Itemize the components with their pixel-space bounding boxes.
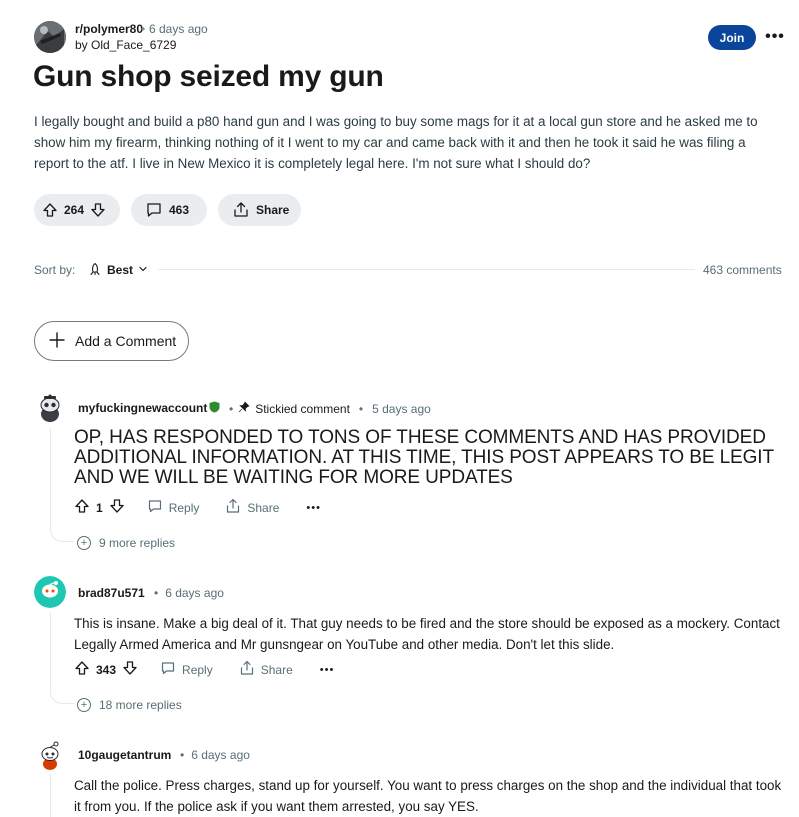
comment-more-options-icon[interactable]: •••: [306, 502, 321, 514]
separator-dot: •: [141, 22, 146, 36]
post-more-options-icon[interactable]: •••: [764, 26, 786, 48]
comment-author[interactable]: brad87u571: [78, 586, 145, 600]
post-vote-pill: 264: [34, 194, 120, 226]
stickied-label: Stickied comment: [255, 401, 350, 416]
upvote-icon[interactable]: [74, 498, 90, 517]
thread-line[interactable]: [50, 774, 51, 817]
comment-share-button[interactable]: Share: [225, 498, 279, 517]
sort-dropdown[interactable]: Best: [88, 261, 148, 279]
thread-elbow: [50, 688, 74, 704]
thread-line[interactable]: [50, 428, 51, 526]
comment-time: 6 days ago: [165, 586, 224, 600]
comment-avatar[interactable]: [34, 738, 66, 770]
post-time: 6 days ago: [149, 22, 208, 36]
post-vote-count: 264: [64, 203, 85, 217]
more-replies-label: 18 more replies: [99, 698, 182, 712]
snoo-avatar-icon: [34, 576, 66, 608]
post-author[interactable]: by Old_Face_6729: [75, 38, 176, 52]
plus-icon: [47, 330, 67, 353]
comment-author[interactable]: 10gaugetantrum: [78, 748, 171, 762]
comment-actions: 1 Reply Share •••: [74, 498, 321, 517]
comment-votes: 1: [74, 498, 125, 517]
upvote-icon[interactable]: [42, 202, 58, 218]
downvote-icon[interactable]: [109, 498, 125, 517]
comment-meta: • Stickied comment • 5 days ago: [209, 401, 431, 416]
comment-vote-count: 1: [96, 500, 103, 515]
post-title: Gun shop seized my gun: [33, 60, 384, 93]
pin-icon: [238, 401, 250, 416]
divider: [158, 269, 695, 270]
comment-time: 5 days ago: [372, 401, 431, 416]
expand-plus-icon: +: [77, 536, 91, 550]
moderator-shield-icon: [209, 401, 220, 416]
comment-vote-count: 343: [96, 662, 117, 677]
share-label: Share: [260, 662, 293, 677]
chevron-down-icon: [138, 263, 148, 277]
subreddit-avatar-image: [34, 21, 66, 53]
comment-more-options-icon[interactable]: •••: [320, 664, 335, 676]
share-icon: [232, 201, 250, 219]
share-button[interactable]: Share: [218, 194, 301, 226]
more-replies-label: 9 more replies: [99, 536, 176, 550]
post-body: I legally bought and build a p80 hand gu…: [34, 114, 758, 171]
snoo-avatar-icon: [34, 392, 66, 424]
comment-author[interactable]: myfuckingnewaccount: [78, 401, 207, 415]
reply-button[interactable]: Reply: [160, 660, 213, 679]
more-replies-button[interactable]: + 18 more replies: [77, 698, 182, 712]
reply-label: Reply: [182, 662, 213, 677]
more-replies-button[interactable]: + 9 more replies: [77, 536, 175, 550]
rocket-icon: [88, 262, 102, 279]
join-button[interactable]: Join: [708, 25, 756, 50]
comments-count: 463: [169, 203, 190, 217]
comment-meta: • 6 days ago: [180, 748, 250, 762]
reply-label: Reply: [168, 500, 200, 515]
sort-value: Best: [107, 263, 134, 277]
comment-meta: • 6 days ago: [154, 586, 224, 600]
share-icon: [239, 660, 255, 679]
comment-actions: 343 Reply Share •••: [74, 660, 334, 679]
add-comment-button[interactable]: Add a Comment: [34, 321, 189, 361]
comments-button[interactable]: 463: [131, 194, 207, 226]
reply-button[interactable]: Reply: [147, 498, 200, 517]
share-icon: [225, 498, 241, 517]
share-label: Share: [247, 500, 280, 515]
comment-time: 6 days ago: [191, 748, 250, 762]
comment-text: Call the police. Press charges, stand up…: [74, 778, 782, 814]
comment-text: This is insane. Make a big deal of it. T…: [74, 616, 780, 652]
separator-dot: •: [358, 401, 364, 416]
separator-dot: •: [229, 401, 234, 416]
upvote-icon[interactable]: [74, 660, 90, 679]
comment-text: OP, HAS RESPONDED TO TONS OF THESE COMME…: [74, 427, 774, 488]
thread-elbow: [50, 526, 74, 542]
add-comment-label: Add a Comment: [75, 333, 177, 349]
subreddit-name[interactable]: r/polymer80: [75, 22, 143, 36]
expand-plus-icon: +: [77, 698, 91, 712]
separator-dot: •: [180, 748, 185, 762]
thread-line[interactable]: [50, 612, 51, 688]
reply-icon: [160, 660, 176, 679]
downvote-icon[interactable]: [122, 660, 138, 679]
downvote-icon[interactable]: [90, 202, 106, 218]
comment-avatar[interactable]: [34, 576, 66, 608]
comment-votes: 343: [74, 660, 138, 679]
comment-icon: [145, 201, 163, 219]
separator-dot: •: [154, 586, 159, 600]
total-comments-count: 463 comments: [703, 263, 782, 277]
comment-avatar[interactable]: [34, 392, 66, 424]
reply-icon: [147, 498, 163, 517]
subreddit-avatar[interactable]: [34, 21, 66, 53]
share-label: Share: [256, 203, 290, 217]
snoo-avatar-icon: [34, 738, 66, 770]
comment-share-button[interactable]: Share: [239, 660, 293, 679]
sort-label: Sort by:: [34, 263, 76, 277]
